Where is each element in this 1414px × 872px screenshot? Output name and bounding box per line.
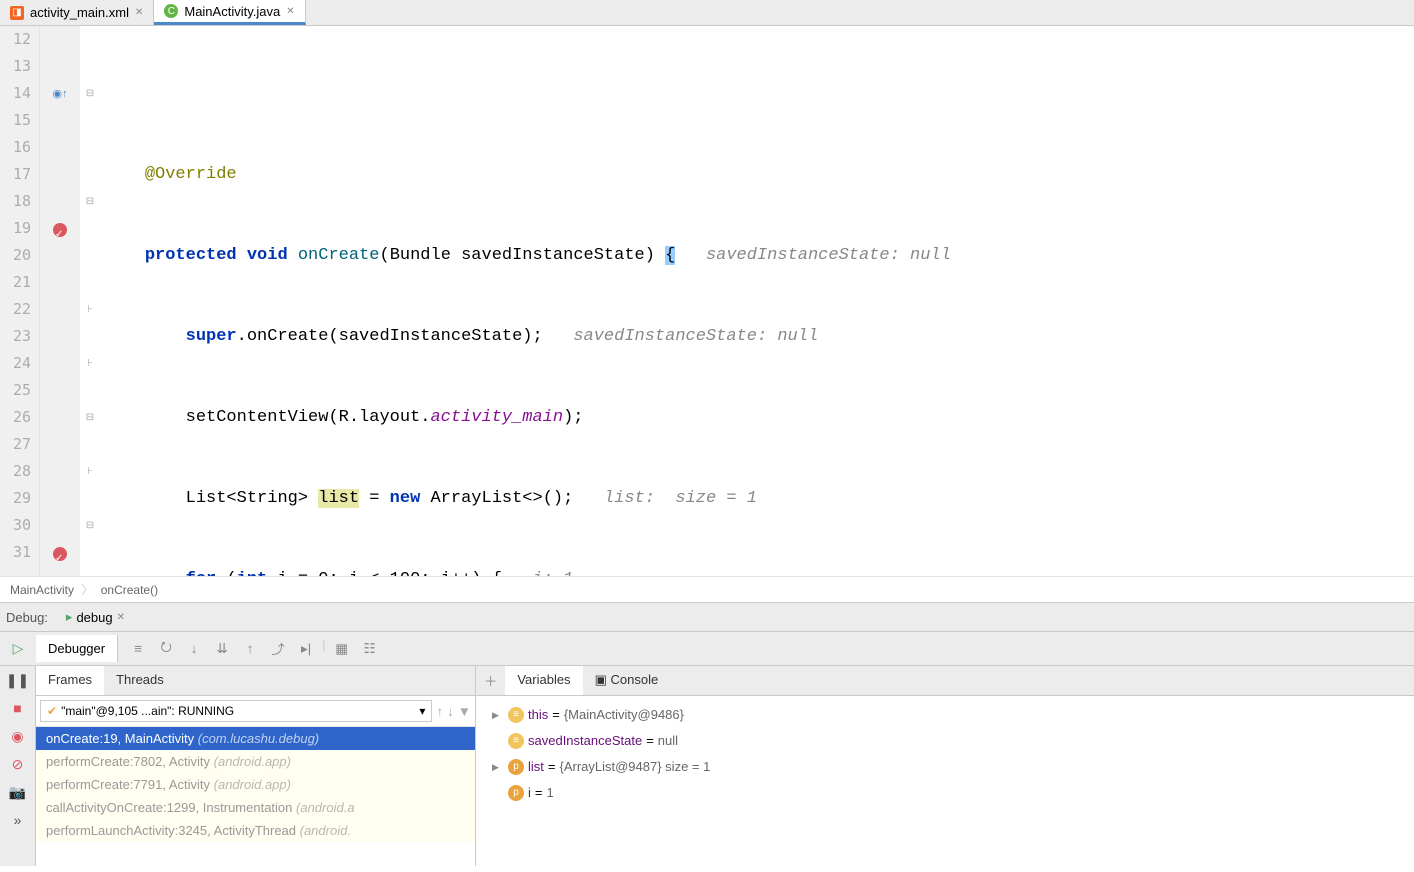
breakpoint-icon[interactable] (40, 540, 80, 567)
view-breakpoints-icon[interactable]: ◉ (4, 722, 32, 750)
chevron-right-icon: 〉 (81, 583, 93, 597)
dump-threads-icon[interactable]: 📷 (4, 778, 32, 806)
prev-frame-icon[interactable]: ↑ (436, 704, 443, 719)
variable-row[interactable]: p i = 1 (482, 780, 1408, 806)
debug-tool-window-header: Debug: ▸ debug ✕ (0, 602, 1414, 632)
field-icon: ≡ (508, 707, 524, 723)
frames-tab[interactable]: Frames (36, 666, 104, 695)
console-icon: ▣ (595, 672, 607, 687)
step-over-icon[interactable]: ⭮ (154, 637, 178, 661)
threads-tab[interactable]: Threads (104, 666, 176, 695)
breakpoint-icon[interactable] (40, 216, 80, 243)
field-icon: ≡ (508, 733, 524, 749)
frames-panel: Frames Threads ✔ "main"@9,105 ...ain": R… (36, 666, 476, 866)
frame-item[interactable]: performLaunchActivity:3245, ActivityThre… (36, 819, 475, 842)
debugger-tab[interactable]: Debugger (36, 635, 118, 662)
run-to-cursor-icon[interactable]: ▸| (294, 637, 318, 661)
show-execution-point-icon[interactable]: ≡ (126, 637, 150, 661)
param-icon: p (508, 785, 524, 801)
debug-label: Debug: (6, 610, 48, 625)
java-class-icon: C (164, 4, 178, 18)
breadcrumb-class[interactable]: MainActivity (10, 583, 74, 597)
tab-activity-main-xml[interactable]: ◨ activity_main.xml ✕ (0, 0, 154, 25)
frames-list[interactable]: onCreate:19, MainActivity (com.lucashu.d… (36, 727, 475, 866)
tab-label: MainActivity.java (184, 4, 280, 19)
frame-item[interactable]: performCreate:7802, Activity (android.ap… (36, 750, 475, 773)
variables-tab[interactable]: Variables (505, 666, 582, 695)
checkmark-icon: ✔ (47, 704, 57, 718)
mute-breakpoints-icon[interactable]: ⊘ (4, 750, 32, 778)
frame-item[interactable]: onCreate:19, MainActivity (com.lucashu.d… (36, 727, 475, 750)
android-icon: ▸ (66, 609, 73, 625)
fold-gutter: ⊟ ⊟ ⊦ ⊦ ⊟ ⊦ ⊟ (80, 26, 100, 576)
variables-panel: ＋ Variables ▣ Console ▶≡ this = {MainAct… (476, 666, 1414, 866)
add-watch-icon[interactable]: ＋ (476, 666, 505, 695)
xml-file-icon: ◨ (10, 6, 24, 20)
filter-icon[interactable]: ▼ (458, 704, 471, 719)
next-frame-icon[interactable]: ↓ (447, 704, 454, 719)
breadcrumb[interactable]: MainActivity 〉 onCreate() (0, 576, 1414, 602)
breadcrumb-method[interactable]: onCreate() (101, 583, 158, 597)
stop-button[interactable]: ■ (4, 694, 32, 722)
close-icon[interactable]: ✕ (117, 612, 125, 623)
debugger-toolbar: ▷ Debugger ≡ ⭮ ↓ ⇊ ↑ ⤴ ▸| | ▦ ☷ (0, 632, 1414, 666)
console-tab[interactable]: ▣ Console (583, 666, 671, 695)
override-icon[interactable]: ◉↑ (40, 80, 80, 108)
param-icon: p (508, 759, 524, 775)
resume-button[interactable]: ▷ (4, 635, 32, 663)
close-icon[interactable]: ✕ (135, 7, 143, 18)
tab-label: activity_main.xml (30, 5, 129, 20)
force-step-into-icon[interactable]: ⇊ (210, 637, 234, 661)
thread-dropdown[interactable]: ✔ "main"@9,105 ...ain": RUNNING ▾ (40, 700, 432, 722)
chevron-down-icon: ▾ (419, 704, 425, 718)
variable-row[interactable]: ≡ savedInstanceState = null (482, 728, 1408, 754)
frame-item[interactable]: performCreate:7791, Activity (android.ap… (36, 773, 475, 796)
variable-row[interactable]: ▶≡ this = {MainActivity@9486} (482, 702, 1408, 728)
settings-icon[interactable]: » (4, 806, 32, 834)
line-number-gutter: 1213141516171819202122232425262728293031 (0, 26, 40, 576)
step-out-icon[interactable]: ↑ (238, 637, 262, 661)
drop-frame-icon[interactable]: ⤴ (266, 637, 290, 661)
frame-item[interactable]: callActivityOnCreate:1299, Instrumentati… (36, 796, 475, 819)
editor-tabs: ◨ activity_main.xml ✕ C MainActivity.jav… (0, 0, 1414, 26)
code-editor[interactable]: 1213141516171819202122232425262728293031… (0, 26, 1414, 576)
expand-icon[interactable]: ▶ (492, 754, 504, 780)
evaluate-icon[interactable]: ▦ (330, 637, 354, 661)
close-icon[interactable]: ✕ (286, 6, 294, 17)
variables-list[interactable]: ▶≡ this = {MainActivity@9486} ≡ savedIns… (476, 696, 1414, 866)
step-into-icon[interactable]: ↓ (182, 637, 206, 661)
tab-main-activity-java[interactable]: C MainActivity.java ✕ (154, 0, 305, 25)
variable-row[interactable]: ▶p list = {ArrayList@9487} size = 1 (482, 754, 1408, 780)
thread-selector-row: ✔ "main"@9,105 ...ain": RUNNING ▾ ↑ ↓ ▼ (36, 696, 475, 727)
expand-icon[interactable]: ▶ (492, 702, 504, 728)
trace-icon[interactable]: ☷ (358, 637, 382, 661)
debug-body: ❚❚ ■ ◉ ⊘ 📷 » Frames Threads ✔ "main"@9,1… (0, 666, 1414, 866)
pause-button[interactable]: ❚❚ (4, 666, 32, 694)
debug-config-tab[interactable]: ▸ debug ✕ (58, 609, 133, 625)
gutter-icon-column: ◉↑ (40, 26, 80, 576)
code-content[interactable]: @Override protected void onCreate(Bundle… (100, 26, 1414, 576)
